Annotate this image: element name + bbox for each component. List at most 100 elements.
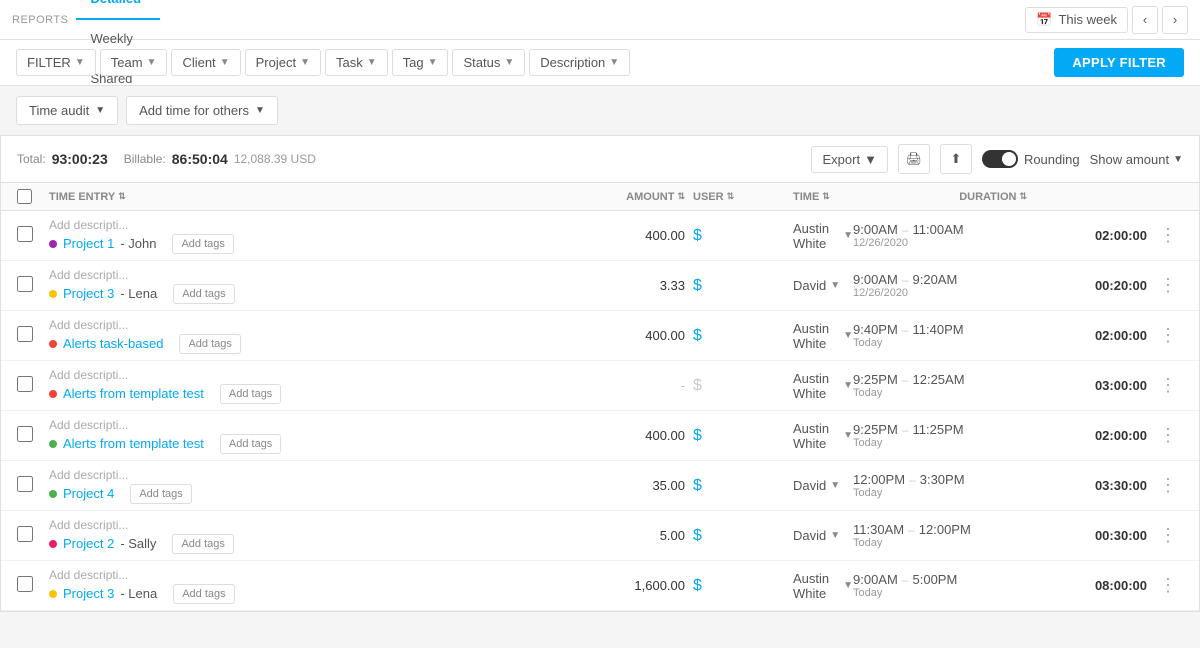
user-cell[interactable]: Austin White ▼ [793, 321, 853, 351]
filter-tag-button[interactable]: Tag ▼ [392, 49, 449, 76]
user-cell[interactable]: Austin White ▼ [793, 221, 853, 251]
filter-client-button[interactable]: Client ▼ [171, 49, 240, 76]
more-options-button[interactable]: ⋮ [1153, 511, 1183, 560]
add-tags-button[interactable]: Add tags [173, 584, 234, 604]
amount-column-header[interactable]: AMOUNT ⇅ [573, 189, 693, 204]
row-checkbox[interactable] [17, 426, 33, 442]
filter-team-button[interactable]: Team ▼ [100, 49, 168, 76]
user-column-header[interactable]: USER ⇅ [693, 189, 793, 204]
filter-bar: FILTER ▼ Team ▼Client ▼Project ▼Task ▼Ta… [0, 40, 1200, 86]
table-body: Add descripti... Project 1- JohnAdd tags 4… [1, 211, 1199, 611]
totals-right-actions: Export ▼ 🖨 ⬆ Rounding Show amount ▼ [811, 144, 1183, 174]
row-checkbox[interactable] [17, 326, 33, 342]
project-link[interactable]: Project 2 [63, 536, 114, 551]
duration-column-header[interactable]: DURATION ⇅ [853, 189, 1033, 204]
billable-icon-cell[interactable]: $ [693, 377, 793, 395]
more-options-button[interactable]: ⋮ [1153, 311, 1183, 360]
date-prev-button[interactable]: ‹ [1132, 6, 1158, 34]
more-options-button[interactable]: ⋮ [1153, 361, 1183, 410]
user-cell[interactable]: David ▼ [793, 478, 853, 493]
project-link[interactable]: Project 4 [63, 486, 114, 501]
add-tags-button[interactable]: Add tags [220, 434, 281, 454]
row-checkbox[interactable] [17, 476, 33, 492]
more-options-button[interactable]: ⋮ [1153, 211, 1183, 260]
add-tags-button[interactable]: Add tags [173, 284, 234, 304]
apply-filter-button[interactable]: APPLY FILTER [1054, 48, 1184, 77]
time-column-header[interactable]: TIME ⇅ [793, 189, 853, 204]
time-entry-column-header[interactable]: TIME ENTRY ⇅ [49, 189, 573, 204]
project-link[interactable]: Alerts from template test [63, 436, 204, 451]
description-project-cell: Add descripti...Project 3- LenaAdd tags [49, 568, 573, 604]
time-start: 9:25PM [853, 422, 898, 437]
add-tags-button[interactable]: Add tags [172, 534, 233, 554]
more-options-button[interactable]: ⋮ [1153, 461, 1183, 510]
show-amount-button[interactable]: Show amount ▼ [1090, 152, 1183, 167]
more-options-button[interactable]: ⋮ [1153, 261, 1183, 310]
add-tags-button[interactable]: Add tags [172, 234, 233, 254]
billable-icon-cell[interactable]: $ [693, 277, 793, 295]
row-checkbox[interactable] [17, 526, 33, 542]
project-link[interactable]: Project 3 [63, 586, 114, 601]
tab-detailed[interactable]: Detailed [76, 0, 160, 20]
share-button[interactable]: ⬆ [940, 144, 972, 174]
print-button[interactable]: 🖨 [898, 144, 930, 174]
date-range-box[interactable]: 📅 This week [1025, 7, 1128, 33]
filter-items: Team ▼Client ▼Project ▼Task ▼Tag ▼Status… [100, 49, 630, 76]
duration-cell: 00:30:00 [1033, 528, 1153, 543]
user-cell[interactable]: David ▼ [793, 528, 853, 543]
filter-task-button[interactable]: Task ▼ [325, 49, 388, 76]
time-range: 9:00AM – 11:00AM [853, 222, 1033, 237]
more-options-button[interactable]: ⋮ [1153, 411, 1183, 460]
add-tags-button[interactable]: Add tags [220, 384, 281, 404]
dollar-sign-icon: $ [693, 377, 702, 395]
user-cell[interactable]: David ▼ [793, 278, 853, 293]
project-link[interactable]: Alerts task-based [63, 336, 163, 351]
add-tags-button[interactable]: Add tags [179, 334, 240, 354]
billable-icon-cell[interactable]: $ [693, 527, 793, 545]
table-row: Add descripti...Project 3- LenaAdd tags3… [1, 261, 1199, 311]
dollar-sign-icon: $ [693, 327, 702, 345]
table-row: Add descripti...Project 3- LenaAdd tags1… [1, 561, 1199, 611]
row-checkbox[interactable] [17, 226, 33, 242]
project-link[interactable]: Alerts from template test [63, 386, 204, 401]
add-time-dropdown[interactable]: Add time for others ▼ [126, 96, 278, 125]
time-start: 9:00AM [853, 222, 898, 237]
project-link[interactable]: Project 1 [63, 236, 114, 251]
description-text: Add descripti... [49, 368, 573, 382]
filter-main-button[interactable]: FILTER ▼ [16, 49, 96, 76]
billable-icon-cell[interactable]: $ [693, 327, 793, 345]
rounding-toggle-switch[interactable] [982, 150, 1018, 168]
project-dot [49, 390, 57, 398]
select-all-checkbox[interactable] [17, 189, 32, 204]
user-name: David [793, 478, 826, 493]
add-tags-button[interactable]: Add tags [130, 484, 191, 504]
amount-cell: 400.00 [573, 428, 693, 443]
time-start: 9:00AM [853, 572, 898, 587]
project-name: Project 3- LenaAdd tags [49, 584, 573, 604]
more-options-button[interactable]: ⋮ [1153, 561, 1183, 610]
filter-status-button[interactable]: Status ▼ [452, 49, 525, 76]
user-name: Austin White [793, 221, 839, 251]
project-name: Project 1- JohnAdd tags [49, 234, 573, 254]
billable-icon-cell[interactable]: $ [693, 227, 793, 245]
user-cell[interactable]: Austin White ▼ [793, 371, 853, 401]
date-next-button[interactable]: › [1162, 6, 1188, 34]
filter-description-button[interactable]: Description ▼ [529, 49, 630, 76]
billable-icon-cell[interactable]: $ [693, 577, 793, 595]
project-link[interactable]: Project 3 [63, 286, 114, 301]
filter-project-button[interactable]: Project ▼ [245, 49, 321, 76]
billable-icon-cell[interactable]: $ [693, 427, 793, 445]
billable-icon-cell[interactable]: $ [693, 477, 793, 495]
row-checkbox[interactable] [17, 276, 33, 292]
time-end: 11:40PM [913, 322, 964, 337]
user-cell[interactable]: Austin White ▼ [793, 421, 853, 451]
row-checkbox[interactable] [17, 576, 33, 592]
time-audit-dropdown[interactable]: Time audit ▼ [16, 96, 118, 125]
export-button[interactable]: Export ▼ [811, 146, 887, 173]
share-icon: ⬆ [950, 151, 961, 167]
row-checkbox[interactable] [17, 376, 33, 392]
user-dropdown-arrow: ▼ [830, 280, 840, 291]
total-label: Total: [17, 152, 46, 166]
user-cell[interactable]: Austin White ▼ [793, 571, 853, 601]
show-amount-arrow-icon: ▼ [1173, 154, 1183, 165]
